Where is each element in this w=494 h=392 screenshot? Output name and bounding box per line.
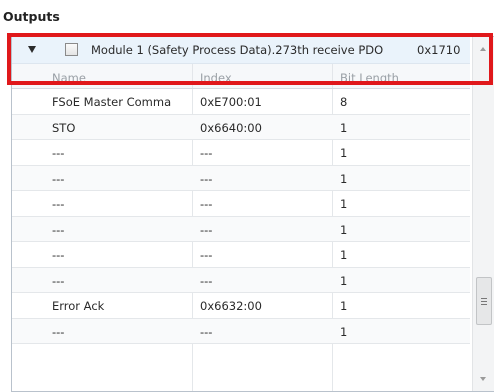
cell-index: --- xyxy=(200,197,213,211)
expand-triangle-icon[interactable] xyxy=(28,46,36,53)
group-code: 0x1710 xyxy=(417,43,461,57)
cell-name: --- xyxy=(52,248,65,262)
grip-line xyxy=(481,301,487,302)
grip-line xyxy=(481,304,487,305)
cell-index: --- xyxy=(200,146,213,160)
table-row[interactable]: --- --- 1 xyxy=(12,318,470,344)
table-row[interactable]: FSoE Master Comma 0xE700:01 8 xyxy=(12,89,470,115)
cell-bit-length: 1 xyxy=(340,146,348,160)
cell-bit-length: 1 xyxy=(340,120,348,135)
scrollbar-thumb[interactable] xyxy=(476,277,492,325)
cell-index: --- xyxy=(200,222,213,237)
table-body: FSoE Master Comma 0xE700:01 8 STO 0x6640… xyxy=(12,89,470,344)
cell-name: FSoE Master Comma xyxy=(52,95,172,109)
cell-index: 0x6632:00 xyxy=(200,299,262,313)
table-row[interactable]: Error Ack 0x6632:00 1 xyxy=(12,293,470,319)
outputs-table: Module 1 (Safety Process Data).273th rec… xyxy=(11,36,494,392)
cell-bit-length: 1 xyxy=(340,248,348,262)
cell-bit-length: 1 xyxy=(340,222,348,237)
table-row[interactable]: --- --- 1 xyxy=(12,267,470,293)
cell-bit-length: 8 xyxy=(340,95,348,109)
column-header-bit-length[interactable]: Bit Length xyxy=(340,71,399,85)
table-row[interactable]: --- --- 1 xyxy=(12,191,470,217)
cell-index: --- xyxy=(200,248,213,262)
cell-index: 0xE700:01 xyxy=(200,95,262,109)
vertical-scrollbar[interactable] xyxy=(472,37,494,391)
cell-bit-length: 1 xyxy=(340,324,348,339)
table-row[interactable]: --- --- 1 xyxy=(12,216,470,242)
group-label: Module 1 (Safety Process Data).273th rec… xyxy=(91,43,384,57)
column-separator[interactable] xyxy=(192,64,193,88)
cell-index: --- xyxy=(200,324,213,339)
column-separator[interactable] xyxy=(332,64,333,88)
cell-bit-length: 1 xyxy=(340,171,348,186)
table-row[interactable]: --- --- 1 xyxy=(12,140,470,166)
table-row[interactable]: --- --- 1 xyxy=(12,242,470,268)
column-header-index[interactable]: Index xyxy=(200,71,232,85)
cell-name: --- xyxy=(52,273,65,288)
cell-name: --- xyxy=(52,197,65,211)
table-row[interactable]: --- --- 1 xyxy=(12,165,470,191)
cell-name: --- xyxy=(52,146,65,160)
section-title: Outputs xyxy=(3,9,60,24)
column-header-name[interactable]: Name xyxy=(52,71,86,85)
cell-name: --- xyxy=(52,324,65,339)
cell-name: Error Ack xyxy=(52,299,105,313)
table-row[interactable]: STO 0x6640:00 1 xyxy=(12,114,470,140)
cell-name: STO xyxy=(52,120,76,135)
group-checkbox[interactable] xyxy=(65,43,78,56)
cell-bit-length: 1 xyxy=(340,197,348,211)
cell-bit-length: 1 xyxy=(340,273,348,288)
cell-bit-length: 1 xyxy=(340,299,348,313)
cell-name: --- xyxy=(52,222,65,237)
cell-name: --- xyxy=(52,171,65,186)
scroll-up-arrow-icon[interactable] xyxy=(480,47,486,51)
table-header: Name Index Bit Length xyxy=(12,64,470,89)
cell-index: --- xyxy=(200,171,213,186)
group-row-module-1[interactable]: Module 1 (Safety Process Data).273th rec… xyxy=(12,37,470,64)
scroll-down-arrow-icon[interactable] xyxy=(480,377,486,381)
cell-index: --- xyxy=(200,273,213,288)
grip-line xyxy=(481,298,487,299)
cell-index: 0x6640:00 xyxy=(200,120,262,135)
